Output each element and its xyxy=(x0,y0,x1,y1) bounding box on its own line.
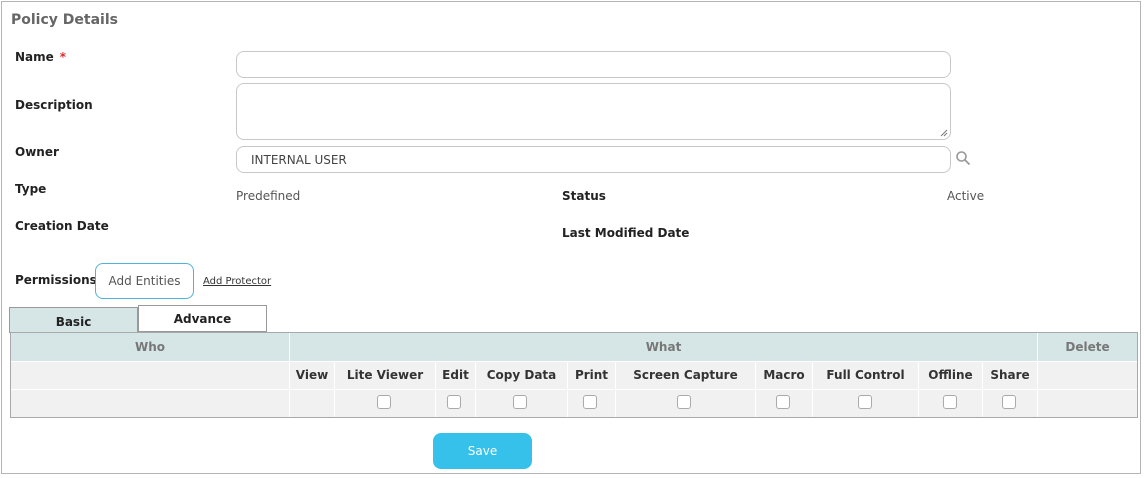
permissions-label: Permissions : xyxy=(15,273,106,287)
page-title: Policy Details xyxy=(11,12,118,28)
magnifier-icon[interactable] xyxy=(955,150,971,166)
add-protector-link[interactable]: Add Protector xyxy=(203,276,271,287)
col-lite-viewer: Lite Viewer xyxy=(346,368,424,382)
resize-handle-icon[interactable] xyxy=(940,129,948,137)
col-print: Print xyxy=(574,368,609,382)
col-screen-capture: Screen Capture xyxy=(633,368,738,382)
col-divider xyxy=(1037,333,1038,417)
tab-advance[interactable]: Advance xyxy=(138,305,267,332)
col-macro: Macro xyxy=(763,368,805,382)
col-share: Share xyxy=(990,368,1030,382)
col-edit: Edit xyxy=(442,368,469,382)
description-textarea[interactable] xyxy=(236,83,951,140)
print-checkbox[interactable] xyxy=(583,395,597,409)
add-entities-button[interactable]: Add Entities xyxy=(95,263,194,299)
delete-header: Delete xyxy=(1065,340,1110,354)
save-button[interactable]: Save xyxy=(433,433,532,469)
owner-value: INTERNAL USER xyxy=(251,153,347,167)
macro-checkbox[interactable] xyxy=(776,395,790,409)
policy-details-panel: Policy Details Name * Description Owner I… xyxy=(1,1,1141,474)
type-label: Type xyxy=(15,182,47,196)
what-header: What xyxy=(645,340,682,354)
owner-label: Owner xyxy=(15,145,59,159)
name-input[interactable] xyxy=(236,51,951,78)
copy-data-checkbox[interactable] xyxy=(513,395,527,409)
offline-checkbox[interactable] xyxy=(943,395,957,409)
edit-checkbox[interactable] xyxy=(447,395,461,409)
last-modified-label: Last Modified Date xyxy=(562,226,690,240)
col-copy-data: Copy Data xyxy=(486,368,557,382)
row-divider xyxy=(11,389,1137,390)
who-header: Who xyxy=(134,340,166,354)
type-value: Predefined xyxy=(236,189,301,203)
full-control-checkbox[interactable] xyxy=(858,395,872,409)
creation-date-label: Creation Date xyxy=(15,219,109,233)
name-label: Name * xyxy=(15,50,66,64)
status-label: Status xyxy=(562,189,606,203)
name-label-text: Name xyxy=(15,50,54,64)
share-checkbox[interactable] xyxy=(1002,395,1016,409)
owner-input[interactable]: INTERNAL USER xyxy=(236,146,951,173)
lite-viewer-checkbox[interactable] xyxy=(377,395,391,409)
required-asterisk: * xyxy=(59,50,67,64)
description-label: Description xyxy=(15,98,93,112)
screen-capture-checkbox[interactable] xyxy=(677,395,691,409)
col-offline: Offline xyxy=(928,368,973,382)
col-full-control: Full Control xyxy=(826,368,905,382)
tab-basic[interactable]: Basic xyxy=(9,307,138,333)
permissions-table: Who What Delete View Lite Viewer Edit Co… xyxy=(10,332,1138,418)
status-value: Active xyxy=(947,189,985,203)
col-view: View xyxy=(295,368,329,382)
